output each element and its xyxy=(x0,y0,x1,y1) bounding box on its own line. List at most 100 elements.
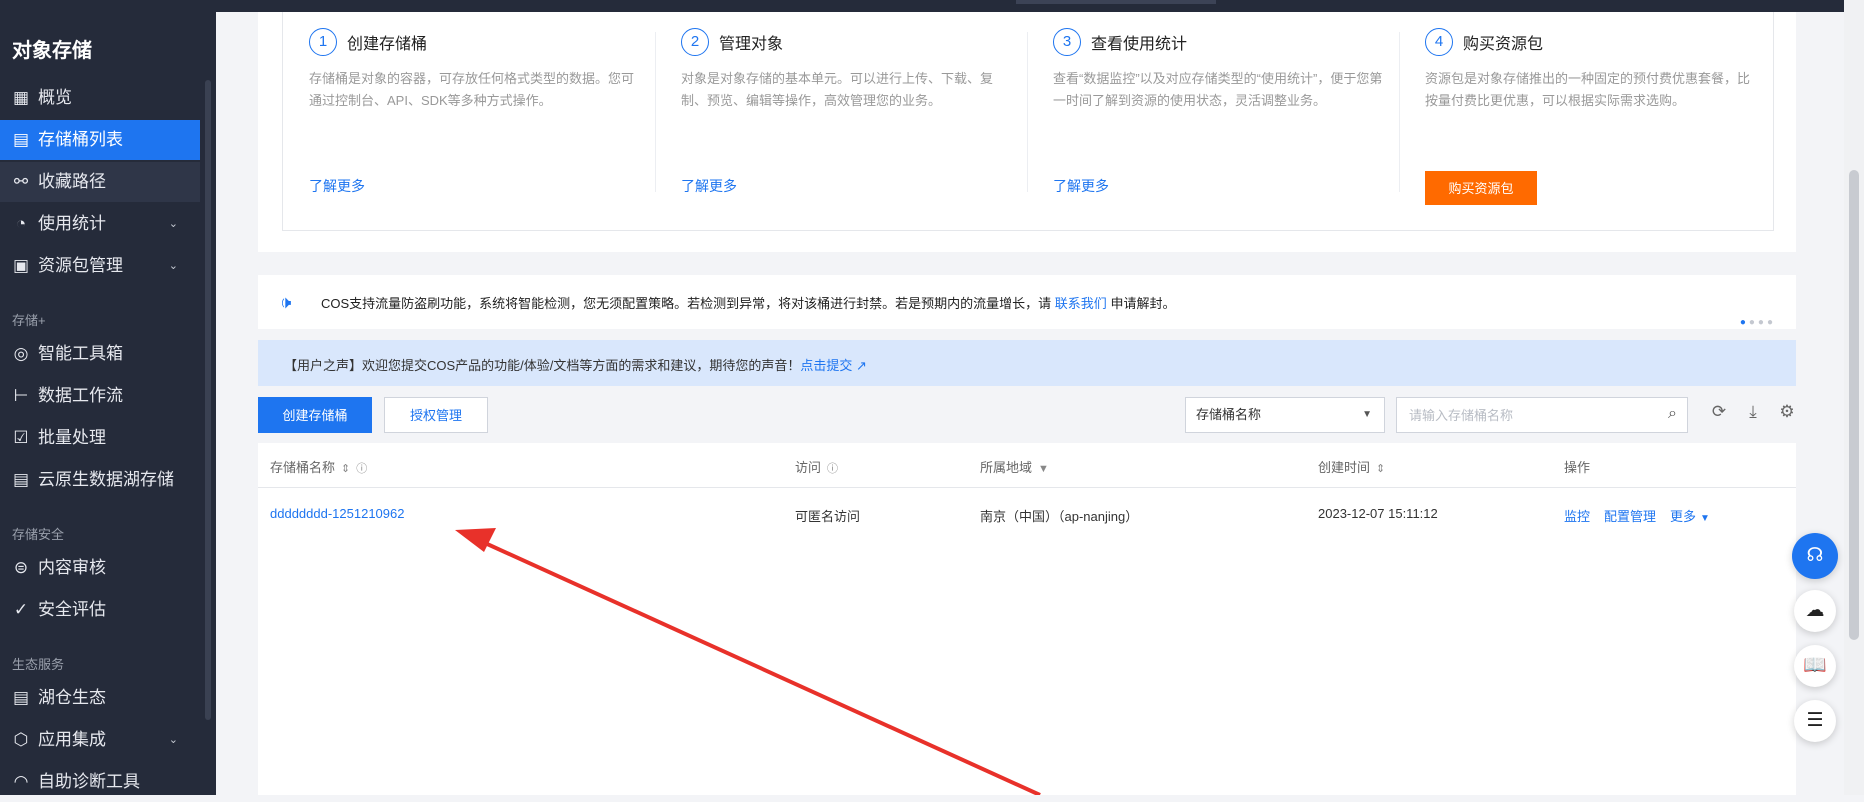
config-link[interactable]: 配置管理 xyxy=(1604,509,1656,524)
step-desc: 存储桶是对象的容器，可存放任何格式类型的数据。您可通过控制台、API、SDK等多… xyxy=(309,71,635,108)
learn-more-link[interactable]: 了解更多 xyxy=(1053,176,1109,196)
sidebar-item-integration[interactable]: ⬡ 应用集成 ⌄ xyxy=(0,720,200,760)
pie-icon: ◔ xyxy=(15,214,27,233)
sidebar-item-package-mgmt[interactable]: ▣ 资源包管理 ⌄ xyxy=(0,246,200,286)
sidebar-item-diagnose[interactable]: ◠ 自助诊断工具 xyxy=(0,762,200,802)
col-header-name: 存储桶名称 ⇕ ⓘ xyxy=(270,460,368,475)
speaker-icon: 🕩 xyxy=(280,292,292,312)
step-create-bucket: 1 创建存储桶 存储桶是对象的容器，可存放任何格式类型的数据。您可通过控制台、AP… xyxy=(309,28,649,194)
created-cell: 2023-12-07 15:11:12 xyxy=(1318,506,1438,521)
top-bar-tab xyxy=(1016,0,1216,4)
refresh-icon[interactable]: ⟳ xyxy=(1708,402,1730,422)
step-number: 2 xyxy=(681,28,709,56)
sidebar-item-toolbox[interactable]: ◎ 智能工具箱 xyxy=(0,334,200,374)
table-header: 存储桶名称 ⇕ ⓘ 访问 ⓘ 所属地域 ▼ 创建时间 ⇕ 操作 xyxy=(258,443,1796,488)
col-header-region: 所属地域 ▼ xyxy=(980,460,1049,475)
notice-text: COS支持流量防盗刷功能，系统将智能检测，您无须配置策略。若检测到异常，将对该桶… xyxy=(321,296,1176,311)
filter-icon[interactable]: ▼ xyxy=(1038,463,1049,475)
step-desc: 查看“数据监控”以及对应存储类型的“使用统计”，便于您第一时间了解到资源的使用状… xyxy=(1053,71,1383,108)
auth-management-button[interactable]: 授权管理 xyxy=(384,397,488,433)
notice-banner: 🕩 COS支持流量防盗刷功能，系统将智能检测，您无须配置策略。若检测到异常，将对… xyxy=(258,275,1796,329)
search-field-select[interactable]: 存储桶名称 ▼ xyxy=(1185,397,1385,433)
divider xyxy=(1399,32,1400,192)
intro-card: 1 创建存储桶 存储桶是对象的容器，可存放任何格式类型的数据。您可通过控制台、AP… xyxy=(258,12,1796,252)
divider xyxy=(1027,32,1028,192)
carousel-dots[interactable]: ●●●● xyxy=(1740,317,1776,328)
sidebar-item-usage-stats[interactable]: ◔ 使用统计 ⌄ xyxy=(0,204,200,244)
list-icon[interactable]: ☰ xyxy=(1794,700,1836,742)
step-title: 管理对象 xyxy=(719,36,784,53)
sidebar-item-data-lake[interactable]: ▤ 云原生数据湖存储 xyxy=(0,460,200,500)
step-title: 购买资源包 xyxy=(1463,36,1544,53)
download-icon[interactable]: ⤓ xyxy=(1742,402,1764,422)
caret-down-icon[interactable]: ▼ xyxy=(1700,513,1710,524)
intro-steps: 1 创建存储桶 存储桶是对象的容器，可存放任何格式类型的数据。您可通过控制台、AP… xyxy=(282,12,1774,231)
nav-group-storage-plus: 存储+ xyxy=(12,313,46,328)
sidebar-item-overview[interactable]: ▦ 概览 xyxy=(0,78,200,118)
page-scrollbar[interactable] xyxy=(1844,0,1864,795)
customer-service-icon[interactable]: ☊ xyxy=(1792,533,1838,579)
tool-icon: ◎ xyxy=(13,344,29,363)
step-number: 4 xyxy=(1425,28,1453,56)
shield-icon: ✓ xyxy=(13,600,29,619)
sort-icon[interactable]: ⇕ xyxy=(1376,463,1385,475)
learn-more-link[interactable]: 了解更多 xyxy=(309,176,365,196)
sort-icon[interactable]: ⇕ xyxy=(341,463,350,475)
step-desc: 对象是对象存储的基本单元。可以进行上传、下载、复制、预览、编辑等操作，高效管理您… xyxy=(681,71,994,108)
external-link-icon[interactable]: ↗ xyxy=(856,358,867,373)
search-input[interactable] xyxy=(1407,398,1651,432)
bucket-icon: ▤ xyxy=(12,130,30,149)
sidebar-title: 对象存储 xyxy=(12,40,92,62)
step-title: 查看使用统计 xyxy=(1091,36,1188,53)
col-header-created: 创建时间 ⇕ xyxy=(1318,460,1386,475)
table-row: dddddddd-1251210962 可匿名访问 南京（中国）（ap-nanj… xyxy=(258,488,1796,540)
submit-feedback-link[interactable]: 点击提交 xyxy=(800,358,852,373)
chevron-down-icon: ⌄ xyxy=(168,734,178,746)
chevron-down-icon: ⌄ xyxy=(168,218,178,230)
step-number: 1 xyxy=(309,28,337,56)
check-icon: ☑ xyxy=(13,428,29,447)
scrollbar-thumb[interactable] xyxy=(1849,170,1859,640)
feedback-banner: 【用户之声】欢迎您提交COS产品的功能/体验/文档等方面的需求和建议，期待您的声… xyxy=(258,340,1796,386)
settings-icon[interactable]: ⚙ xyxy=(1776,402,1798,422)
audit-icon: ⊜ xyxy=(13,558,29,577)
col-header-ops: 操作 xyxy=(1564,460,1591,475)
info-icon[interactable]: ⓘ xyxy=(827,463,838,475)
info-icon[interactable]: ⓘ xyxy=(356,463,367,475)
step-buy-package: 4 购买资源包 资源包是对象存储推出的一种固定的预付费优惠套餐，比按量付费比更优惠… xyxy=(1425,28,1765,205)
sidebar-item-favorite-paths[interactable]: ⚯ 收藏路径 xyxy=(0,162,200,202)
book-icon[interactable]: 📖 xyxy=(1794,645,1836,687)
contact-us-link[interactable]: 联系我们 xyxy=(1055,296,1107,311)
learn-more-link[interactable]: 了解更多 xyxy=(681,176,737,196)
link-icon: ⚯ xyxy=(13,172,29,191)
grid-icon: ▦ xyxy=(12,88,30,107)
feedback-text: 【用户之声】欢迎您提交COS产品的功能/体验/文档等方面的需求和建议，期待您的声… xyxy=(284,358,867,373)
cloud-user-icon[interactable]: ☁ xyxy=(1794,590,1836,632)
sidebar-item-warehouse[interactable]: ▤ 湖仓生态 xyxy=(0,678,200,718)
top-bar xyxy=(216,0,1864,12)
more-link[interactable]: 更多 xyxy=(1670,509,1696,524)
search-icon[interactable]: ⌕ xyxy=(1668,405,1677,423)
bucket-table: 存储桶名称 ⇕ ⓘ 访问 ⓘ 所属地域 ▼ 创建时间 ⇕ 操作 dddddddd-1251… xyxy=(258,443,1796,795)
divider xyxy=(655,32,656,192)
sidebar: 对象存储 ▦ 概览 ▤ 存储桶列表 ⚯ 收藏路径 ◔ 使用统计 ⌄ ▣ 资源包管理 ⌄ 存储+… xyxy=(0,0,216,795)
sidebar-item-workflow[interactable]: ⊢ 数据工作流 xyxy=(0,376,200,416)
nav-group-ecosystem: 生态服务 xyxy=(12,657,65,672)
monitor-link[interactable]: 监控 xyxy=(1564,509,1590,524)
nav-group-storage-security: 存储安全 xyxy=(12,527,65,542)
region-cell: 南京（中国）（ap-nanjing） xyxy=(980,509,1139,524)
buy-package-button[interactable]: 购买资源包 xyxy=(1425,171,1537,205)
step-number: 3 xyxy=(1053,28,1081,56)
bucket-name-link[interactable]: dddddddd-1251210962 xyxy=(270,506,404,521)
sidebar-item-content-audit[interactable]: ⊜ 内容审核 xyxy=(0,548,200,588)
lake-icon: ▤ xyxy=(12,470,30,489)
step-manage-objects: 2 管理对象 对象是对象存储的基本单元。可以进行上传、下载、复制、预览、编辑等操作… xyxy=(681,28,1021,194)
sidebar-item-batch[interactable]: ☑ 批量处理 xyxy=(0,418,200,458)
step-usage-stats: 3 查看使用统计 查看“数据监控”以及对应存储类型的“使用统计”，便于您第一时间了… xyxy=(1053,28,1393,194)
step-title: 创建存储桶 xyxy=(347,36,428,53)
sidebar-item-security-eval[interactable]: ✓ 安全评估 xyxy=(0,590,200,630)
sidebar-scrollbar[interactable] xyxy=(205,80,211,720)
chevron-down-icon: ⌄ xyxy=(168,260,178,272)
sidebar-item-bucket-list[interactable]: ▤ 存储桶列表 xyxy=(0,120,200,160)
create-bucket-button[interactable]: 创建存储桶 xyxy=(258,397,372,433)
